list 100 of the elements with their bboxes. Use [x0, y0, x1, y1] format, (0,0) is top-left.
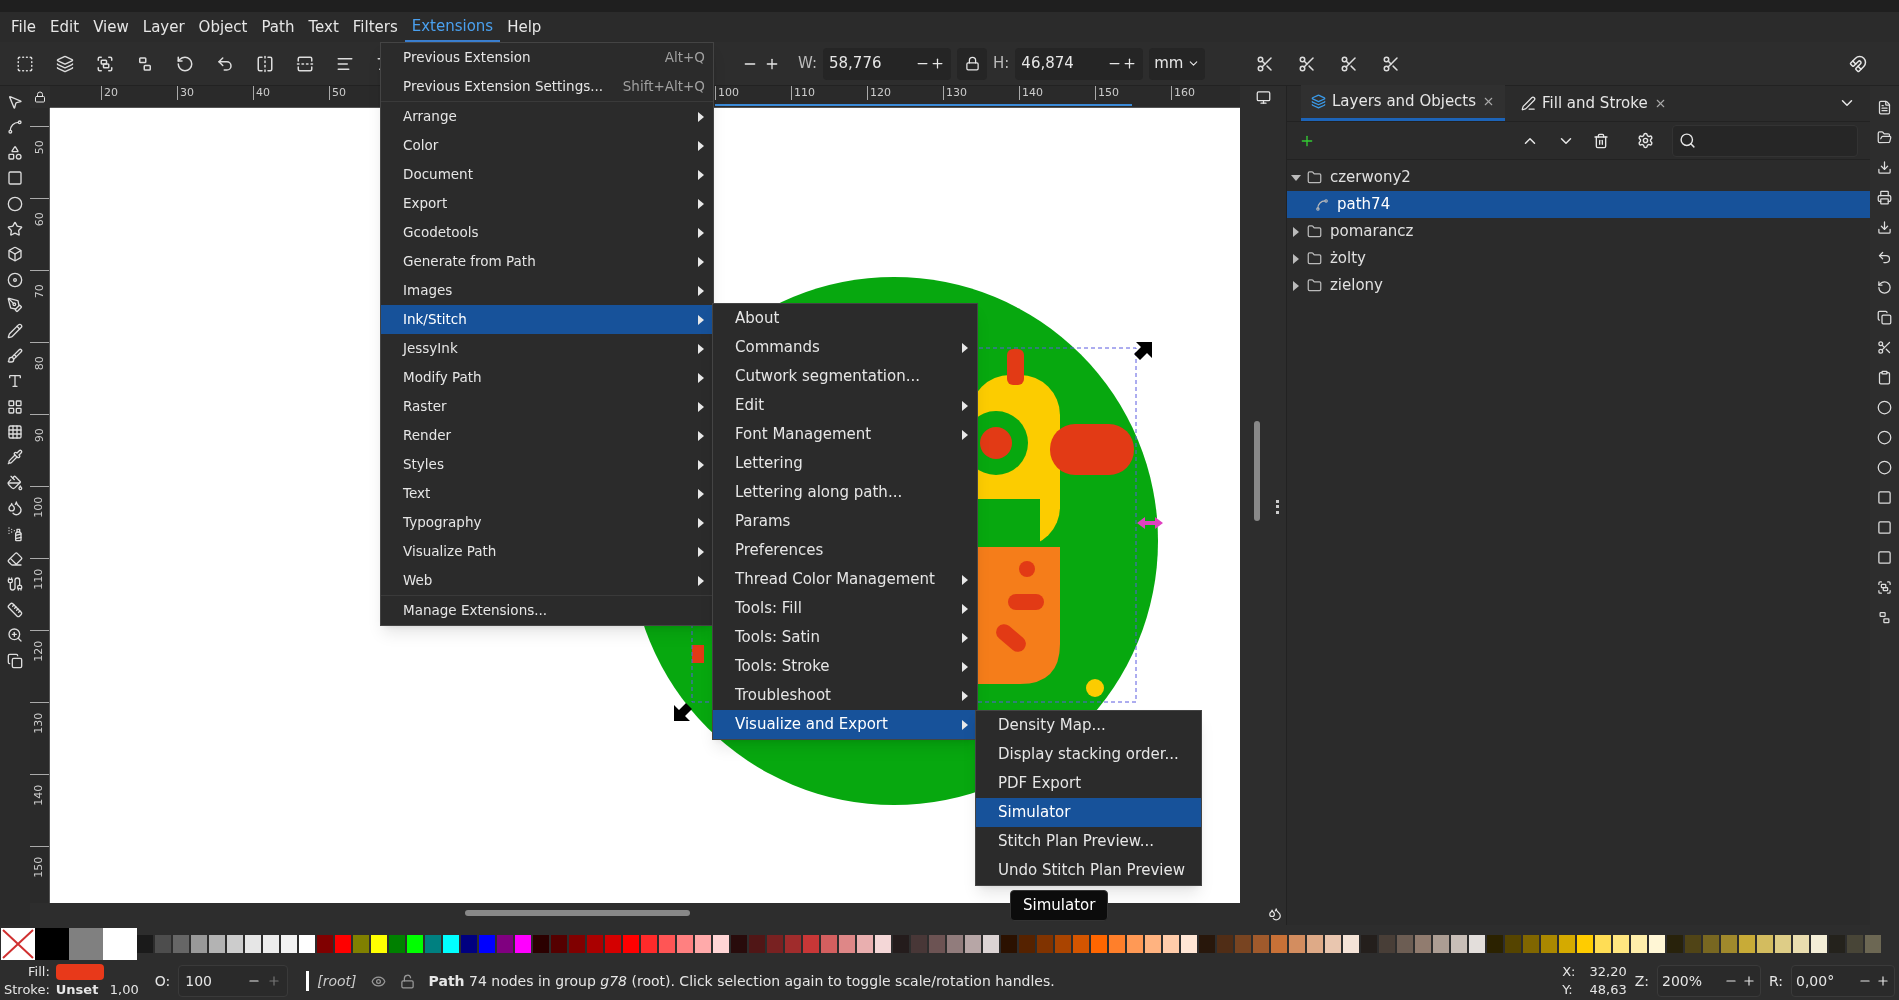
layer-row[interactable]: czerwony2 [1287, 164, 1870, 191]
ruler-label: 150 [1095, 86, 1171, 100]
menu-item[interactable]: About [713, 304, 977, 333]
menu-item[interactable]: Edit [713, 391, 977, 420]
menu-item[interactable]: Manage Extensions... [381, 596, 713, 625]
status-message: Path 74 nodes in group g78 (root). Click selection again to toggle scale/rotation handles. [428, 971, 1055, 991]
menu-bar-item[interactable]: Text [301, 12, 346, 42]
menu-item[interactable]: Tools: Stroke [713, 652, 977, 681]
menu-item[interactable]: Color [381, 131, 713, 160]
layer-row[interactable]: żolty [1287, 245, 1870, 272]
menu-item[interactable]: Render [381, 421, 713, 450]
menu-item[interactable]: Visualize Path [381, 537, 713, 566]
menu-item[interactable]: Thread Color Management [713, 565, 977, 594]
menu-item[interactable]: Lettering [713, 449, 977, 478]
stroke-label: Stroke: [4, 981, 50, 999]
stroke-value: Unset [55, 981, 100, 999]
height-field[interactable]: 46,874 [1015, 47, 1144, 80]
menu-bar-item[interactable]: View [86, 12, 136, 42]
zoom-label: Z: [1634, 971, 1649, 991]
ruler-label: 80 [31, 356, 47, 371]
ruler-label: 90 [31, 428, 47, 443]
menu-item[interactable]: Stitch Plan Preview... [976, 827, 1201, 856]
menu-bar-item[interactable]: Edit [43, 12, 87, 42]
ruler-label: 100 [31, 496, 47, 518]
opacity-label: O: [154, 971, 171, 991]
ruler-label: 120 [867, 86, 943, 100]
menu-item[interactable]: Document [381, 160, 713, 189]
menu-bar-item[interactable]: Help [500, 12, 549, 42]
ruler-label: 50 [31, 140, 47, 155]
layer-row[interactable]: pomarancz [1287, 218, 1870, 245]
menu-item[interactable]: Simulator [976, 798, 1201, 827]
zoom-field[interactable]: 200% [1657, 965, 1761, 997]
menu-bar-item[interactable]: Path [254, 12, 302, 42]
menu-bar-item[interactable]: File [4, 12, 44, 42]
current-layer-label[interactable]: [root] [317, 970, 357, 992]
menu-item[interactable]: Styles [381, 450, 713, 479]
layer-name: pomarancz [1330, 221, 1414, 243]
menu-item[interactable]: Troubleshoot [713, 681, 977, 710]
menu-bar-item[interactable]: Object [191, 12, 255, 42]
menu-item[interactable]: Raster [381, 392, 713, 421]
menu-item[interactable]: Tools: Satin [713, 623, 977, 652]
menu-item[interactable]: Export [381, 189, 713, 218]
ruler-label: 60 [31, 212, 47, 227]
ruler-label: 130 [943, 86, 1019, 100]
menu-item[interactable]: Modify Path [381, 363, 713, 392]
menu-item[interactable]: Arrange [381, 102, 713, 131]
menu-item[interactable]: Lettering along path... [713, 478, 977, 507]
y-coordinate: 48,63 [1589, 981, 1627, 999]
menu-item[interactable]: Commands [713, 333, 977, 362]
width-field[interactable]: 58,776 [823, 47, 951, 80]
menu-bar-item[interactable]: Filters [345, 12, 405, 42]
ruler-label: 120 [31, 640, 47, 662]
menu-item[interactable]: Cutwork segmentation... [713, 362, 977, 391]
menu-item[interactable]: Density Map... [976, 711, 1201, 740]
layer-row[interactable]: zielony [1287, 272, 1870, 299]
menu-item[interactable]: Images [381, 276, 713, 305]
menu-item[interactable]: Previous Extension Alt+Q [381, 43, 713, 72]
menu-item[interactable]: Web [381, 566, 713, 595]
ruler-label: 160 [1171, 86, 1247, 100]
width-label: W: [798, 53, 817, 75]
ruler-label: 20 [101, 86, 177, 100]
ruler-label: 150 [31, 856, 47, 878]
ruler-label: 110 [791, 86, 867, 100]
menu-item[interactable]: Undo Stitch Plan Preview [976, 856, 1201, 885]
height-label: H: [993, 53, 1010, 75]
ruler-label: 140 [31, 784, 47, 806]
shortcut-label: Shift+Alt+Q [622, 77, 705, 97]
menu-item[interactable]: Text [381, 479, 713, 508]
menu-item[interactable]: PDF Export [976, 769, 1201, 798]
dock-tab[interactable]: Fill and Stroke [1511, 85, 1677, 121]
layer-name: path74 [1337, 194, 1391, 216]
menu-item[interactable]: Display stacking order... [976, 740, 1201, 769]
menu-item[interactable]: Preferences [713, 536, 977, 565]
layer-row[interactable]: path74 [1287, 191, 1870, 218]
menu-item[interactable]: Font Management [713, 420, 977, 449]
x-coordinate: 32,20 [1589, 963, 1627, 981]
menu-item[interactable]: Ink/Stitch [381, 305, 713, 334]
menu-item[interactable]: JessyInk [381, 334, 713, 363]
x-label: X: [1562, 963, 1576, 981]
shortcut-label: Alt+Q [664, 48, 705, 68]
rotation-field[interactable]: 0,00° [1791, 965, 1895, 997]
menu-item[interactable]: Tools: Fill [713, 594, 977, 623]
layer-name: żolty [1330, 248, 1366, 270]
menu-item[interactable]: Generate from Path [381, 247, 713, 276]
menu-item[interactable]: Params [713, 507, 977, 536]
menu-item[interactable]: Visualize and Export [713, 710, 977, 739]
menu-bar-item[interactable]: Layer [135, 12, 192, 42]
fill-label: Fill: [27, 963, 50, 981]
unit-dropdown[interactable]: mm [1149, 47, 1206, 80]
rotation-label: R: [1769, 971, 1783, 991]
layer-name: zielony [1330, 275, 1383, 297]
layer-name: czerwony2 [1330, 167, 1411, 189]
tooltip: Simulator [1010, 890, 1109, 921]
menu-item[interactable]: Gcodetools [381, 218, 713, 247]
menu-item[interactable]: Typography [381, 508, 713, 537]
ruler-label: 110 [31, 568, 47, 590]
ruler-label: 140 [1019, 86, 1095, 100]
dock-tab[interactable]: Layers and Objects [1301, 85, 1506, 121]
stroke-width: 1,00 [109, 981, 139, 999]
ruler-label: 130 [31, 712, 47, 734]
